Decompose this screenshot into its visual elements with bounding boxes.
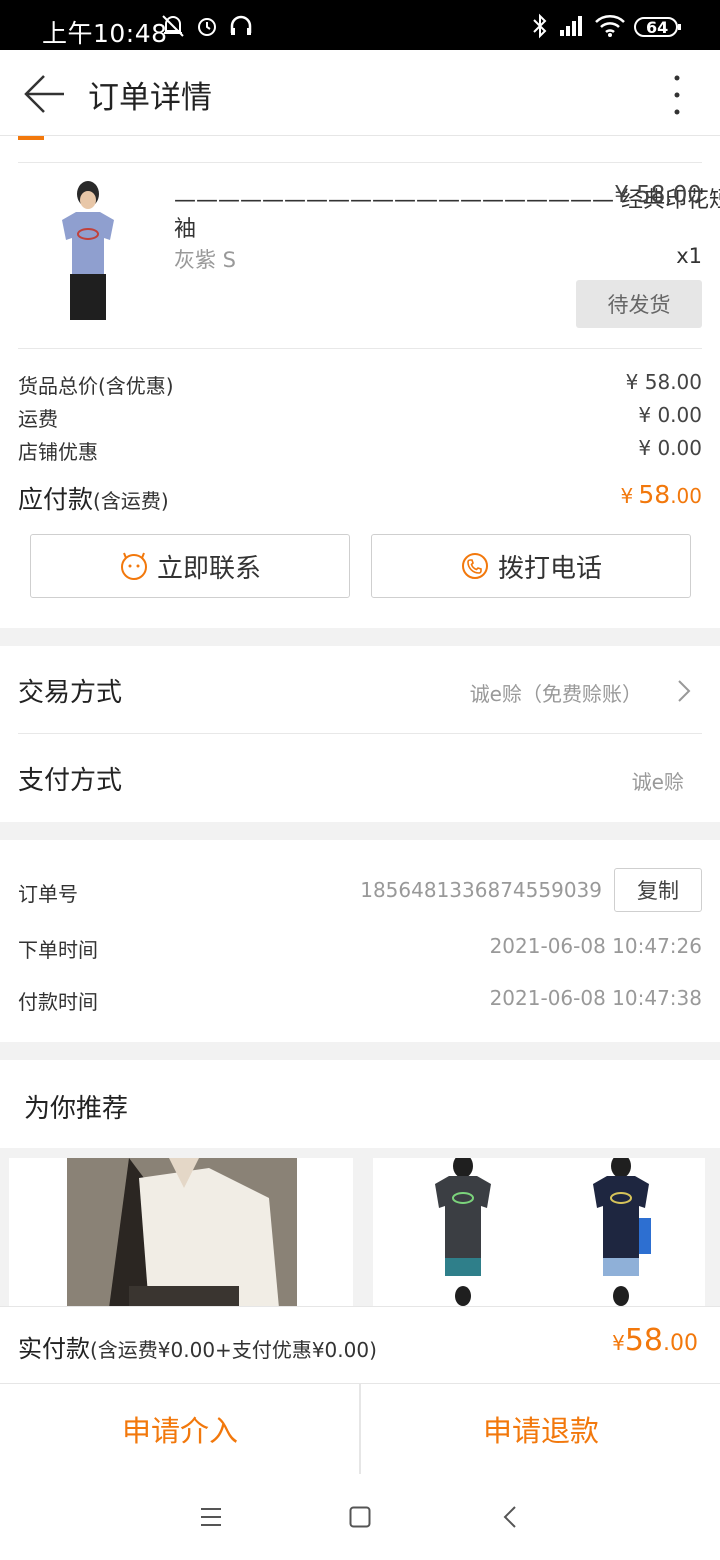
apply-intervention-button[interactable]: 申请介入 <box>0 1384 360 1474</box>
back-arrow-icon[interactable] <box>22 72 66 120</box>
apply-refund-button[interactable]: 申请退款 <box>361 1384 720 1474</box>
paid-label-group: 实付款(含运费¥0.00+支付优惠¥0.00) <box>18 1329 377 1364</box>
call-phone-button[interactable]: 拨打电话 <box>371 534 691 598</box>
more-options-icon[interactable] <box>672 74 682 120</box>
product-name-line1[interactable]: ———————————————————— 经典印花短 <box>174 182 720 214</box>
product-variant: 灰紫 S <box>174 248 237 272</box>
chat-face-icon <box>119 551 149 581</box>
section-separator <box>0 822 720 840</box>
payable-label: 应付款 <box>18 485 94 514</box>
wifi-icon <box>594 13 626 43</box>
copy-button[interactable]: 复制 <box>614 868 702 912</box>
pay-time-value: 2021-06-08 10:47:38 <box>489 986 702 1010</box>
recommend-card-1[interactable] <box>9 1158 353 1308</box>
payable-sub-label: (含运费) <box>93 489 169 513</box>
paid-currency: ¥ <box>612 1331 625 1355</box>
pay-time-label: 付款时间 <box>18 990 98 1014</box>
shop-discount-label: 店铺优惠 <box>18 440 98 464</box>
product-quantity: x1 <box>676 244 702 268</box>
page-title: 订单详情 <box>88 80 212 116</box>
bluetooth-icon <box>530 13 550 43</box>
paid-summary-bar: 实付款(含运费¥0.00+支付优惠¥0.00) ¥58.00 <box>0 1306 720 1384</box>
recommend-card-2[interactable] <box>373 1158 705 1308</box>
order-number-value: 1856481336874559039 <box>360 878 602 902</box>
status-bar: 上午10:48 64 <box>0 0 720 50</box>
pending-shipment-button[interactable]: 待发货 <box>576 280 702 328</box>
phone-icon <box>460 551 490 581</box>
app-header: 订单详情 <box>0 50 720 136</box>
home-icon[interactable] <box>349 1506 371 1532</box>
section-separator <box>0 628 720 646</box>
product-name-line2[interactable]: 袖 <box>174 211 196 243</box>
signal-icon <box>558 13 586 43</box>
shipping-value: ¥ 0.00 <box>638 403 702 427</box>
system-nav-bar <box>0 1474 720 1560</box>
paid-amount: ¥58.00 <box>560 1323 698 1358</box>
section-separator <box>0 1042 720 1060</box>
goods-total-value: ¥ 58.00 <box>625 370 702 394</box>
back-nav-icon[interactable] <box>502 1505 518 1533</box>
payable-label-group: 应付款(含运费) <box>18 480 169 516</box>
payable-amount: ¥ 58.00 <box>540 480 702 509</box>
product-thumbnail[interactable] <box>48 178 128 324</box>
paid-detail: (含运费¥0.00+支付优惠¥0.00) <box>90 1338 377 1362</box>
divider <box>18 348 702 349</box>
payment-method-row: 支付方式 诚e赊 <box>0 734 720 822</box>
menu-icon[interactable] <box>200 1506 222 1532</box>
shop-discount-value: ¥ 0.00 <box>638 436 702 460</box>
product-price: ¥ 58.00 <box>614 182 702 208</box>
payable-currency: ¥ <box>620 484 634 508</box>
trade-method-row[interactable]: 交易方式 诚e赊（免费赊账） <box>0 646 720 734</box>
headphones-icon <box>228 13 254 43</box>
divider <box>18 162 702 163</box>
mute-bell-icon <box>160 13 186 43</box>
call-phone-label: 拨打电话 <box>497 553 602 584</box>
goods-total-label: 货品总价(含优惠) <box>18 374 174 398</box>
payable-int: 58 <box>638 480 671 509</box>
paid-int: 58 <box>624 1323 663 1358</box>
payable-dec: .00 <box>670 484 702 508</box>
contact-now-button[interactable]: 立即联系 <box>30 534 350 598</box>
trade-method-value: 诚e赊（免费赊账） <box>469 682 642 706</box>
shop-row-accent <box>18 136 44 140</box>
shipping-label: 运费 <box>18 407 58 431</box>
order-number-label: 订单号 <box>18 882 78 906</box>
order-time-value: 2021-06-08 10:47:26 <box>489 934 702 958</box>
contact-now-label: 立即联系 <box>156 553 261 584</box>
alarm-icon <box>194 13 220 43</box>
payment-method-value: 诚e赊 <box>631 770 684 794</box>
payment-method-label: 支付方式 <box>18 766 123 796</box>
chevron-right-icon <box>676 678 692 708</box>
battery-level: 64 <box>646 18 669 37</box>
trade-method-label: 交易方式 <box>18 678 123 708</box>
paid-dec: .00 <box>663 1331 698 1356</box>
status-time: 上午10:48 <box>42 19 168 48</box>
paid-label: 实付款 <box>18 1335 90 1363</box>
order-time-label: 下单时间 <box>18 938 98 962</box>
recommend-title: 为你推荐 <box>24 1094 129 1124</box>
